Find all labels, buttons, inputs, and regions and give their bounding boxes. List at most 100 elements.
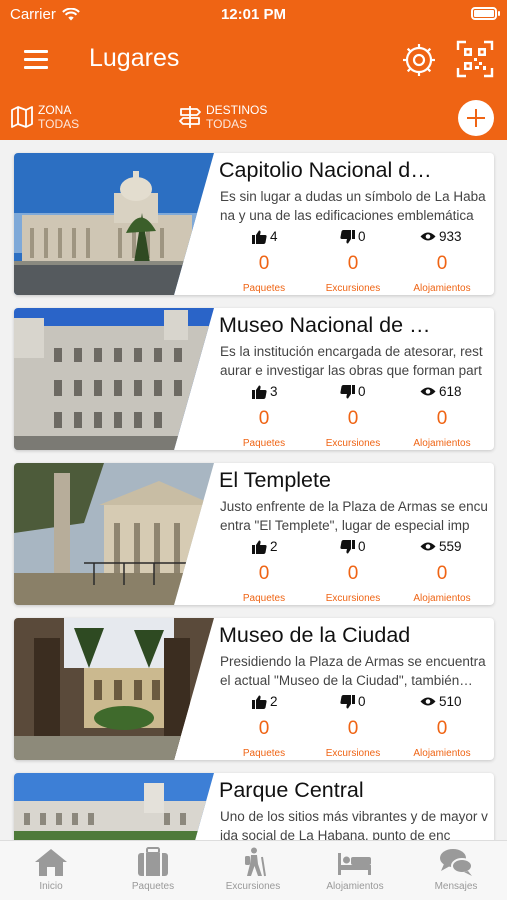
paquetes-metric[interactable]: 0 Paquetes bbox=[219, 563, 309, 604]
thumbs-down-icon bbox=[340, 384, 355, 398]
place-name: Museo Nacional de … bbox=[219, 313, 431, 337]
dislikes-stat[interactable]: 0 bbox=[340, 384, 366, 399]
views-stat: 559 bbox=[420, 539, 462, 554]
eye-icon bbox=[420, 542, 436, 551]
alojamientos-metric[interactable]: 0 Alojamientos bbox=[397, 563, 487, 604]
menu-icon[interactable] bbox=[24, 50, 48, 70]
views-count: 618 bbox=[439, 384, 462, 399]
paquetes-label: Paquetes bbox=[242, 593, 286, 604]
views-stat: 618 bbox=[420, 384, 462, 399]
excursiones-count: 0 bbox=[347, 408, 359, 429]
tab-alojamientos[interactable]: Alojamientos bbox=[305, 847, 405, 892]
excursiones-label: Excursiones bbox=[325, 438, 381, 449]
tab-label: Mensajes bbox=[434, 881, 478, 892]
thumbs-up-icon bbox=[252, 695, 267, 709]
paquetes-label: Paquetes bbox=[242, 283, 286, 294]
views-stat: 510 bbox=[420, 694, 462, 709]
excursiones-label: Excursiones bbox=[325, 593, 381, 604]
alojamientos-label: Alojamientos bbox=[413, 748, 471, 759]
paquetes-metric[interactable]: 0 Paquetes bbox=[219, 253, 309, 294]
app-header: Carrier 12:01 PM Lugares ZONA TODAS DEST… bbox=[0, 0, 507, 140]
tab-label: Paquetes bbox=[131, 881, 175, 892]
add-button[interactable] bbox=[458, 100, 494, 136]
tab-paquetes[interactable]: Paquetes bbox=[103, 847, 203, 892]
settings-icon[interactable] bbox=[401, 42, 437, 78]
excursiones-count: 0 bbox=[347, 718, 359, 739]
likes-stat[interactable]: 3 bbox=[252, 384, 278, 399]
place-name: Parque Central bbox=[219, 778, 364, 802]
alojamientos-metric[interactable]: 0 Alojamientos bbox=[397, 408, 487, 449]
tab-mensajes[interactable]: Mensajes bbox=[406, 847, 506, 892]
destinos-filter-label: DESTINOS bbox=[206, 103, 268, 117]
alojamientos-label: Alojamientos bbox=[413, 438, 471, 449]
eye-icon bbox=[420, 387, 436, 396]
dislikes-count: 0 bbox=[358, 384, 366, 399]
place-card-museo-de-la-ciudad[interactable]: Museo de la Ciudad Presidiendo la Plaza … bbox=[14, 618, 494, 760]
likes-stat[interactable]: 2 bbox=[252, 539, 278, 554]
thumbs-up-icon bbox=[252, 385, 267, 399]
dislikes-stat[interactable]: 0 bbox=[340, 539, 366, 554]
paquetes-metric[interactable]: 0 Paquetes bbox=[219, 408, 309, 449]
filter-bar: ZONA TODAS DESTINOS TODAS bbox=[0, 98, 507, 138]
likes-stat[interactable]: 2 bbox=[252, 694, 278, 709]
place-name: El Templete bbox=[219, 468, 331, 492]
thumbs-up-icon bbox=[252, 230, 267, 244]
tab-excursiones[interactable]: Excursiones bbox=[203, 847, 303, 892]
paquetes-metric[interactable]: 0 Paquetes bbox=[219, 718, 309, 759]
views-count: 510 bbox=[439, 694, 462, 709]
alojamientos-count: 0 bbox=[436, 718, 448, 739]
thumbs-down-icon bbox=[340, 539, 355, 553]
place-description: Uno de los sitios más vibrantes y de may… bbox=[220, 809, 488, 840]
nav-bar: Lugares bbox=[0, 38, 507, 82]
paquetes-count: 0 bbox=[258, 408, 270, 429]
alojamientos-count: 0 bbox=[436, 408, 448, 429]
place-photo bbox=[14, 773, 214, 840]
thumbs-down-icon bbox=[340, 694, 355, 708]
place-name: Capitolio Nacional d… bbox=[219, 158, 432, 182]
excursiones-metric[interactable]: 0 Excursiones bbox=[308, 563, 398, 604]
bed-icon bbox=[338, 853, 371, 875]
excursiones-metric[interactable]: 0 Excursiones bbox=[308, 408, 398, 449]
dislikes-stat[interactable]: 0 bbox=[340, 694, 366, 709]
likes-count: 2 bbox=[270, 694, 278, 709]
alojamientos-count: 0 bbox=[436, 563, 448, 584]
alojamientos-label: Alojamientos bbox=[413, 283, 471, 294]
tab-inicio[interactable]: Inicio bbox=[1, 847, 101, 892]
place-card-parque-central[interactable]: Parque Central Uno de los sitios más vib… bbox=[14, 773, 494, 840]
destinos-filter-value: TODAS bbox=[206, 117, 248, 131]
battery-icon bbox=[471, 7, 500, 20]
thumbs-up-icon bbox=[252, 540, 267, 554]
eye-icon bbox=[420, 697, 436, 706]
paquetes-count: 0 bbox=[258, 253, 270, 274]
paquetes-count: 0 bbox=[258, 563, 270, 584]
dislikes-stat[interactable]: 0 bbox=[340, 229, 366, 244]
place-photo bbox=[14, 308, 214, 450]
tab-label: Excursiones bbox=[225, 881, 281, 892]
excursiones-metric[interactable]: 0 Excursiones bbox=[308, 253, 398, 294]
views-count: 559 bbox=[439, 539, 462, 554]
alojamientos-metric[interactable]: 0 Alojamientos bbox=[397, 718, 487, 759]
zona-filter-value: TODAS bbox=[38, 117, 80, 131]
place-card-capitolio[interactable]: Capitolio Nacional d… Es sin lugar a dud… bbox=[14, 153, 494, 295]
tab-bar: Inicio Paquetes Excursiones Alojamientos bbox=[0, 840, 507, 900]
dislikes-count: 0 bbox=[358, 694, 366, 709]
qr-code-icon[interactable] bbox=[456, 40, 494, 78]
map-icon bbox=[11, 106, 33, 128]
destinos-filter[interactable]: DESTINOS TODAS bbox=[178, 103, 267, 131]
alojamientos-count: 0 bbox=[436, 253, 448, 274]
suitcase-icon bbox=[138, 847, 168, 876]
alojamientos-label: Alojamientos bbox=[413, 593, 471, 604]
likes-stat[interactable]: 4 bbox=[252, 229, 278, 244]
place-card-el-templete[interactable]: El Templete Justo enfrente de la Plaza d… bbox=[14, 463, 494, 605]
home-icon bbox=[35, 849, 67, 876]
zona-filter[interactable]: ZONA TODAS bbox=[10, 103, 79, 131]
paquetes-label: Paquetes bbox=[242, 748, 286, 759]
excursiones-metric[interactable]: 0 Excursiones bbox=[308, 718, 398, 759]
places-list[interactable]: Capitolio Nacional d… Es sin lugar a dud… bbox=[0, 140, 507, 840]
alojamientos-metric[interactable]: 0 Alojamientos bbox=[397, 253, 487, 294]
page-title: Lugares bbox=[89, 44, 180, 72]
eye-icon bbox=[420, 232, 436, 241]
place-card-museo-nacional[interactable]: Museo Nacional de … Es la institución en… bbox=[14, 308, 494, 450]
paquetes-count: 0 bbox=[258, 718, 270, 739]
place-photo bbox=[14, 153, 214, 295]
